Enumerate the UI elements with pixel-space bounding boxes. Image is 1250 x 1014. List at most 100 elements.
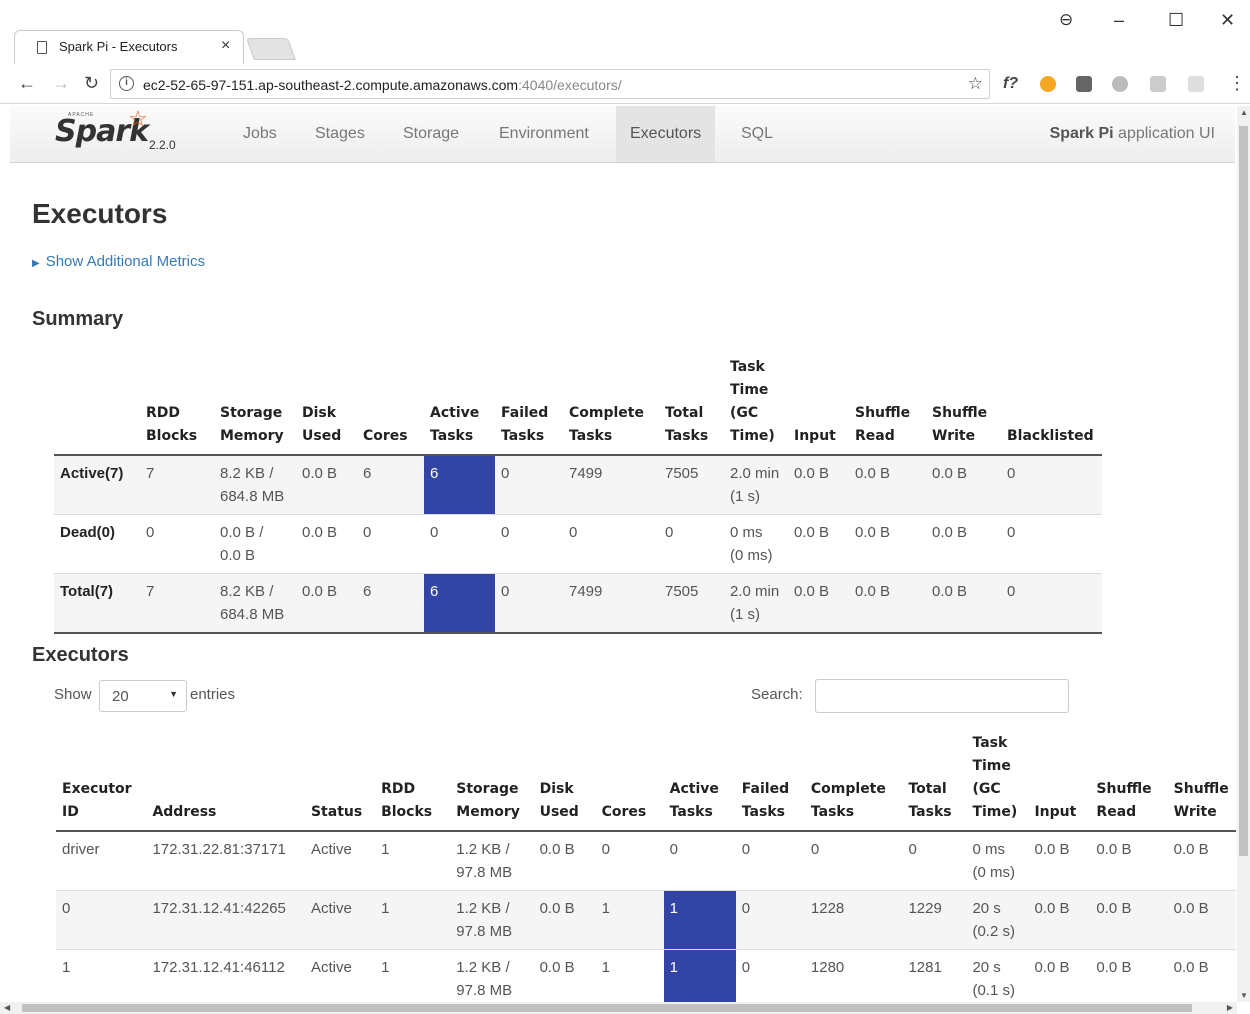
nav-storage[interactable]: Storage bbox=[389, 106, 473, 162]
summary-col-storage-memory[interactable]: Storage Memory bbox=[214, 352, 296, 455]
cell-total: 0 bbox=[908, 841, 917, 858]
summary-cell-active-tasks: 0 bbox=[430, 524, 439, 541]
menu-kebab-icon[interactable]: ⋮ bbox=[1228, 73, 1246, 94]
info-icon[interactable]: i bbox=[119, 76, 134, 91]
extension-dark-icon[interactable] bbox=[1076, 76, 1092, 92]
summary-col-complete-tasks[interactable]: Complete Tasks bbox=[563, 352, 659, 455]
reload-icon[interactable]: ↻ bbox=[84, 73, 99, 94]
task-time: 2.0 min bbox=[730, 583, 780, 600]
horizontal-scrollbar[interactable]: ◀ ▶ bbox=[0, 1002, 1237, 1014]
col-cores[interactable]: Cores bbox=[596, 728, 664, 831]
maximize-button[interactable]: ☐ bbox=[1168, 10, 1184, 31]
spark-version: 2.2.0 bbox=[149, 138, 176, 152]
col-disk-used[interactable]: Disk Used bbox=[534, 728, 596, 831]
summary-col-label bbox=[54, 352, 140, 455]
scroll-down-arrow-icon[interactable]: ▼ bbox=[1240, 991, 1248, 1000]
bookmark-star-icon[interactable]: ☆ bbox=[968, 74, 983, 94]
cell-shuffle-write: 0.0 B bbox=[1173, 900, 1209, 917]
col-address[interactable]: Address bbox=[146, 728, 305, 831]
summary-row-dead: Dead(0) 0 0.0 B / 0.0 B 0.0 B 0 0 0 0 0 0… bbox=[54, 514, 1102, 574]
summary-col-active-tasks[interactable]: Active Tasks bbox=[424, 352, 495, 455]
scroll-left-arrow-icon[interactable]: ◀ bbox=[4, 1003, 10, 1012]
account-icon[interactable]: ⊖ bbox=[1059, 10, 1073, 30]
summary-row-active: Active(7) 7 8.2 KB / 684.8 MB 0.0 B 6 6 0… bbox=[54, 455, 1102, 515]
summary-table: RDD Blocks Storage Memory Disk Used Core… bbox=[54, 352, 1102, 634]
page-size-select[interactable]: 20 ▼ bbox=[99, 680, 187, 712]
formula-extension-icon[interactable]: f? bbox=[1003, 75, 1018, 93]
new-tab-button[interactable] bbox=[245, 38, 297, 60]
show-label: Show bbox=[54, 686, 92, 703]
extension-g-icon[interactable] bbox=[1150, 76, 1166, 92]
gc-time: (0 ms) bbox=[730, 547, 773, 564]
summary-col-shuffle-read[interactable]: Shuffle Read bbox=[849, 352, 926, 455]
nav-environment[interactable]: Environment bbox=[485, 106, 603, 162]
storage-used: 1.2 KB / bbox=[456, 841, 510, 858]
cell-status: Active bbox=[310, 841, 352, 858]
col-status[interactable]: Status bbox=[305, 728, 375, 831]
col-rdd-blocks[interactable]: RDD Blocks bbox=[375, 728, 450, 831]
col-failed-tasks[interactable]: Failed Tasks bbox=[736, 728, 805, 831]
search-input[interactable] bbox=[815, 679, 1069, 713]
summary-cell-complete: 7499 bbox=[569, 465, 603, 482]
summary-cell-disk: 0.0 B bbox=[302, 465, 338, 482]
nav-executors[interactable]: Executors bbox=[616, 106, 716, 162]
nav-stages[interactable]: Stages bbox=[301, 106, 379, 162]
cell-address: 172.31.12.41:46112 bbox=[152, 959, 285, 976]
cell-shuffle-write: 0.0 B bbox=[1173, 841, 1209, 858]
summary-col-disk-used[interactable]: Disk Used bbox=[296, 352, 357, 455]
summary-cell-shuffle-read: 0.0 B bbox=[855, 465, 891, 482]
nav-sql[interactable]: SQL bbox=[727, 106, 787, 162]
cell-failed: 0 bbox=[741, 959, 751, 976]
summary-col-cores[interactable]: Cores bbox=[357, 352, 424, 455]
expand-triangle-icon: ▶ bbox=[32, 258, 40, 269]
vertical-scroll-thumb[interactable] bbox=[1239, 126, 1248, 856]
summary-col-task-time[interactable]: Task Time (GC Time) bbox=[724, 352, 788, 455]
url-path: :4040/executors/ bbox=[518, 77, 622, 93]
cell-disk: 0.0 B bbox=[539, 841, 575, 858]
summary-col-shuffle-write[interactable]: Shuffle Write bbox=[926, 352, 1001, 455]
gc-time: (0.2 s) bbox=[972, 923, 1015, 940]
summary-col-rdd-blocks[interactable]: RDD Blocks bbox=[140, 352, 214, 455]
summary-col-failed-tasks[interactable]: Failed Tasks bbox=[495, 352, 563, 455]
back-icon[interactable]: ← bbox=[18, 73, 36, 94]
forward-icon[interactable]: → bbox=[52, 73, 70, 94]
tab-close-icon[interactable]: × bbox=[221, 37, 230, 55]
extension-cloud-icon[interactable] bbox=[1112, 76, 1128, 92]
scroll-up-arrow-icon[interactable]: ▲ bbox=[1240, 108, 1248, 117]
tab-title: Spark Pi - Executors bbox=[59, 39, 178, 54]
cell-input: 0.0 B bbox=[1034, 959, 1070, 976]
storage-total: 97.8 MB bbox=[456, 982, 513, 999]
page-title: Executors bbox=[32, 198, 168, 229]
close-window-button[interactable]: ✕ bbox=[1220, 10, 1235, 31]
summary-col-total-tasks[interactable]: Total Tasks bbox=[659, 352, 724, 455]
col-active-tasks[interactable]: Active Tasks bbox=[664, 728, 736, 831]
summary-cell-disk: 0.0 B bbox=[302, 524, 338, 541]
vertical-scrollbar[interactable]: ▲ ▼ bbox=[1237, 106, 1250, 1002]
extension-pdf-icon[interactable] bbox=[1188, 76, 1204, 92]
nav-jobs[interactable]: Jobs bbox=[229, 106, 291, 162]
minimize-button[interactable]: – bbox=[1114, 10, 1124, 31]
col-complete-tasks[interactable]: Complete Tasks bbox=[805, 728, 903, 831]
col-shuffle-write[interactable]: Shuffle Write bbox=[1168, 728, 1236, 831]
browser-tab[interactable]: Spark Pi - Executors × bbox=[14, 30, 244, 64]
summary-cell-complete: 0 bbox=[569, 524, 578, 541]
show-additional-metrics-link[interactable]: ▶ Show Additional Metrics bbox=[32, 253, 205, 270]
col-executor-id[interactable]: Executor ID bbox=[56, 728, 146, 831]
cell-executor-id: driver bbox=[62, 841, 100, 858]
cell-shuffle-read: 0.0 B bbox=[1096, 959, 1132, 976]
scroll-right-arrow-icon[interactable]: ▶ bbox=[1227, 1003, 1233, 1012]
col-task-time[interactable]: Task Time (GC Time) bbox=[966, 728, 1028, 831]
cell-complete: 1280 bbox=[810, 959, 845, 976]
storage-total: 684.8 MB bbox=[220, 606, 285, 623]
summary-col-blacklisted[interactable]: Blacklisted bbox=[1001, 352, 1102, 455]
col-shuffle-read[interactable]: Shuffle Read bbox=[1090, 728, 1167, 831]
url-input[interactable]: i ec2-52-65-97-151.ap-southeast-2.comput… bbox=[110, 69, 990, 99]
horizontal-scroll-thumb[interactable] bbox=[22, 1004, 1192, 1012]
extension-orange-icon[interactable] bbox=[1040, 76, 1056, 92]
col-total-tasks[interactable]: Total Tasks bbox=[902, 728, 966, 831]
col-storage-memory[interactable]: Storage Memory bbox=[450, 728, 533, 831]
url-text: ec2-52-65-97-151.ap-southeast-2.compute.… bbox=[143, 77, 622, 93]
summary-col-input[interactable]: Input bbox=[788, 352, 849, 455]
summary-cell-failed: 0 bbox=[501, 583, 510, 600]
col-input[interactable]: Input bbox=[1028, 728, 1090, 831]
